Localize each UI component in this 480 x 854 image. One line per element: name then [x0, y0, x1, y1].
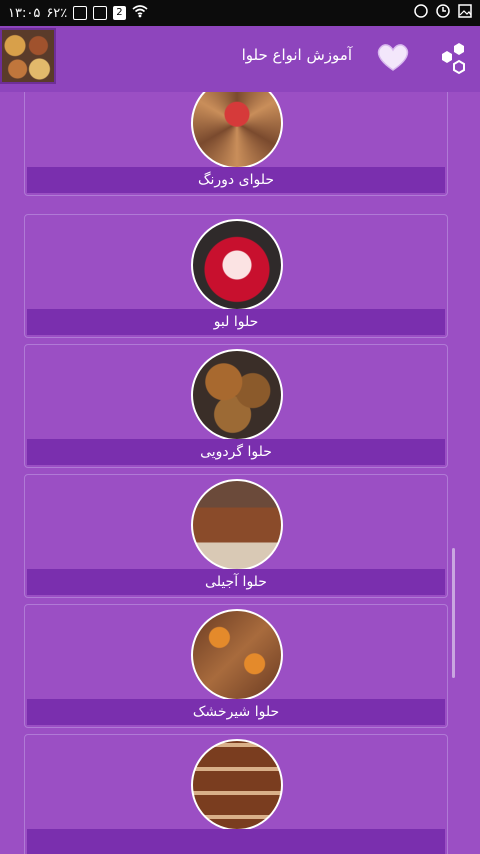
- list-item-label: حلوا لبو: [27, 309, 445, 335]
- list-item[interactable]: حلوا گردویی: [24, 344, 448, 468]
- halva-image: [191, 609, 283, 701]
- heart-icon: [377, 44, 409, 71]
- list-item[interactable]: [24, 734, 448, 854]
- clock-icon: [436, 4, 450, 22]
- list-item-label: حلوا گردویی: [27, 439, 445, 465]
- list-item-label: حلوا آجیلی: [27, 569, 445, 595]
- list-item[interactable]: حلوا شیرخشک: [24, 604, 448, 728]
- sim-icon: [93, 6, 108, 20]
- list-item-label: [27, 829, 445, 854]
- alarm-icon: [414, 4, 428, 22]
- halva-image: [191, 219, 283, 311]
- wifi-icon: [132, 4, 148, 22]
- signal-icon: [73, 6, 88, 20]
- halva-image: [191, 479, 283, 571]
- status-battery: ۶۲٪: [46, 5, 68, 21]
- status-time: ۱۳:۰۵: [8, 5, 41, 21]
- notification-count-badge: 2: [113, 6, 126, 20]
- app-bar: آموزش انواع حلوا: [0, 26, 480, 92]
- share-button[interactable]: [430, 40, 470, 80]
- list-item-label: حلوا شیرخشک: [27, 699, 445, 725]
- image-icon: [458, 4, 472, 22]
- list-item[interactable]: حلوا لبو: [24, 214, 448, 338]
- halva-list[interactable]: حلوای دورنگ حلوا لبو حلوا گردویی حلوا آج…: [0, 92, 480, 854]
- list-item[interactable]: حلوای دورنگ: [24, 92, 448, 196]
- status-bar: ۱۳:۰۵ ۶۲٪ 2: [0, 0, 480, 26]
- halva-image: [191, 349, 283, 441]
- app-logo-thumbnail: [0, 28, 56, 84]
- halva-image: [191, 92, 283, 169]
- list-item[interactable]: حلوا آجیلی: [24, 474, 448, 598]
- favorite-button[interactable]: [374, 42, 412, 72]
- app-title: آموزش انواع حلوا: [241, 46, 352, 64]
- list-item-label: حلوای دورنگ: [27, 167, 445, 193]
- scrollbar[interactable]: [452, 548, 455, 678]
- share-icon: [442, 43, 465, 75]
- halva-image: [191, 739, 283, 831]
